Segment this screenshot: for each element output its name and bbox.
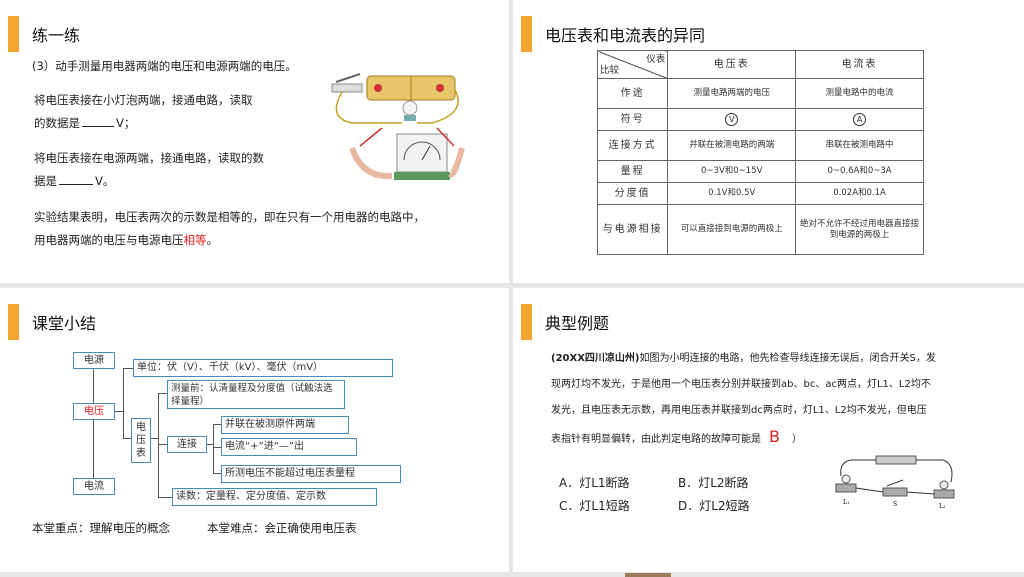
answer-blank-2 xyxy=(59,172,93,185)
slide-title: 电压表和电流表的异同 xyxy=(545,26,706,45)
label-l1: L₁ xyxy=(843,499,849,506)
step2-line1: 将电压表接在电源两端，接通电路，读取的数 xyxy=(34,151,264,165)
option-a[interactable]: A．灯L1断路 xyxy=(559,474,630,491)
column-header-ammeter: 电流表 xyxy=(795,50,924,79)
title-accent-bar xyxy=(521,16,532,52)
comparison-table: 仪表 比较 电压表 电流表 作途 测量电路两端的电压 测量电路中的电流 符号 V… xyxy=(596,50,924,255)
node-units: 单位：伏（V）、千伏（kV）、毫伏（mV） xyxy=(133,359,393,377)
node-voltmeter: 电压表 xyxy=(131,418,151,463)
label-l2: L₂ xyxy=(939,503,946,510)
option-c[interactable]: C．灯L1短路 xyxy=(559,497,630,514)
table-row: 分度值 0.1V和0.5V 0.02A和0.1A xyxy=(596,182,924,205)
connector-line xyxy=(123,438,131,439)
question-text: (3）动手测量用电器两端的电压和电源两端的电压。 xyxy=(32,59,297,73)
key-point-text: 本堂重点：理解电压的概念 xyxy=(32,521,170,535)
slide-title: 典型例题 xyxy=(545,314,610,333)
connector-line xyxy=(158,393,159,498)
connector-line xyxy=(213,447,221,448)
conclusion-line1: 实验结果表明，电压表两次的示数是相等的，即在只有一个用电器的电路中， xyxy=(34,210,425,224)
connector-line xyxy=(158,393,167,394)
conclusion-line2: 用电器两端的电压与电源电压相等。 xyxy=(34,233,218,247)
table-row: 与电源相接 可以直接接到电源的两极上 绝对不允许不经过用电器直接接到电源的两极上 xyxy=(596,204,924,255)
connector-line xyxy=(213,424,221,425)
next-slide-edge xyxy=(625,573,671,577)
table-row: 符号 V A xyxy=(596,108,924,131)
title-accent-bar xyxy=(8,304,19,340)
connector-line xyxy=(213,473,221,474)
connector-line xyxy=(213,424,214,474)
ammeter-symbol: A xyxy=(853,113,867,126)
option-b[interactable]: B．灯L2断路 xyxy=(678,474,749,491)
slide-title: 课堂小结 xyxy=(32,314,97,333)
node-power-source: 电源 xyxy=(73,352,115,369)
slide-practice: 练一练 (3）动手测量用电器两端的电压和电源两端的电压。 将电压表接在小灯泡两端… xyxy=(0,0,509,283)
option-d[interactable]: D．灯L2短路 xyxy=(678,497,750,514)
answer-blank-1 xyxy=(82,114,114,127)
difficulty-text: 本堂难点：会正确使用电压表 xyxy=(207,521,357,535)
connector-line xyxy=(115,411,123,412)
node-reading: 读数：定量程、定分度值、定示数 xyxy=(172,488,377,506)
node-voltage: 电压 xyxy=(73,403,115,420)
slide-summary: 课堂小结 电源 电压 电流 单位：伏（V）、千伏（kV）、毫伏（mV） 电压表 … xyxy=(0,288,509,572)
connector-line xyxy=(158,444,167,445)
voltmeter-circuit-illustration xyxy=(331,73,465,180)
step1-line2: 的数据是 V； xyxy=(34,114,136,130)
node-range-limit: 所测电压不能超过电压表量程 xyxy=(221,465,401,483)
slide-title: 练一练 xyxy=(32,26,81,45)
connector-line xyxy=(123,368,124,439)
node-current-direction: 电流“+”进“—”出 xyxy=(221,438,357,456)
connector-line xyxy=(123,368,133,369)
node-before-measuring: 测量前：认清量程及分度值（试触法选择量程） xyxy=(167,380,345,409)
question-source: (20XX四川凉山州) xyxy=(551,353,640,364)
connector-line xyxy=(151,438,158,439)
node-current: 电流 xyxy=(73,478,115,495)
title-accent-bar xyxy=(8,16,19,52)
title-accent-bar xyxy=(521,304,532,340)
answer-mark: B xyxy=(769,427,780,446)
example-question: (20XX四川凉山州)如图为小明连接的电路，他先检查导线连接无误后，闭合开关S，… xyxy=(551,353,936,446)
table-corner-header: 仪表 比较 xyxy=(596,50,669,79)
slide-meter-comparison: 电压表和电流表的异同 仪表 比较 电压表 电流表 作途 测量电路两端的电压 测量… xyxy=(513,0,1024,283)
column-header-voltmeter: 电压表 xyxy=(667,50,797,79)
connector-line xyxy=(93,369,94,403)
highlight-text: 相等 xyxy=(183,233,207,247)
label-switch: S xyxy=(893,501,897,508)
table-row: 作途 测量电路两端的电压 测量电路中的电流 xyxy=(596,78,924,109)
table-row: 连接方式 并联在被测电路的两端 串联在被测电路中 xyxy=(596,130,924,161)
circuit-diagram: L₁ S L₂ xyxy=(835,455,955,510)
connector-line xyxy=(158,497,172,498)
step1-line1: 将电压表接在小灯泡两端，接通电路，读取 xyxy=(34,93,253,107)
table-row: 量程 0~3V和0~15V 0~0.6A和0~3A xyxy=(596,160,924,183)
connector-line xyxy=(93,420,94,478)
node-connection: 连接 xyxy=(167,436,207,453)
slide-example: 典型例题 (20XX四川凉山州)如图为小明连接的电路，他先检查导线连接无误后，闭… xyxy=(513,288,1024,572)
voltmeter-symbol: V xyxy=(725,113,739,126)
node-parallel: 并联在被测原件两端 xyxy=(221,416,349,434)
step2-line2: 据是 V。 xyxy=(34,172,115,188)
